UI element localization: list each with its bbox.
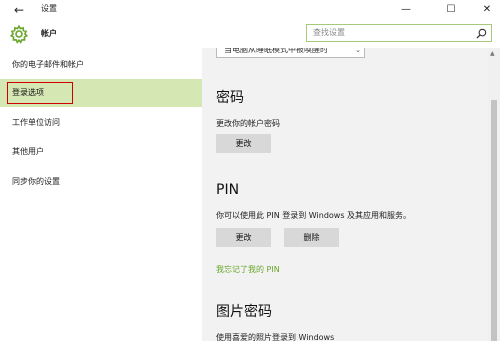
pin-description: 你可以使用此 PIN 登录到 Windows 及其应用和服务。 bbox=[216, 211, 412, 220]
password-description: 更改你的帐户密码 bbox=[216, 119, 280, 128]
scroll-up-arrow-icon[interactable]: ▲ bbox=[490, 50, 495, 58]
pin-remove-button[interactable]: 删除 bbox=[284, 228, 339, 247]
picture-password-section-title: 图片密码 bbox=[216, 304, 272, 320]
sidebar-item-label: 你的电子邮件和帐户 bbox=[12, 60, 84, 69]
password-section-title: 密码 bbox=[216, 90, 244, 106]
page-title: 帐户 bbox=[41, 29, 57, 38]
sidebar-item-sign-in-options[interactable]: 登录选项 bbox=[0, 79, 202, 107]
sidebar-item-work-access[interactable]: 工作单位访问 bbox=[0, 109, 202, 137]
close-button[interactable]: ✕ bbox=[474, 0, 500, 20]
sidebar-item-label: 登录选项 bbox=[12, 88, 44, 97]
pin-change-button[interactable]: 更改 bbox=[216, 228, 271, 247]
sidebar-item-other-users[interactable]: 其他用户 bbox=[0, 138, 202, 166]
window-title: 设置 bbox=[41, 4, 57, 13]
require-signin-dropdown[interactable]: 当电脑从睡眠模式中被唤醒时 ⌄ bbox=[216, 48, 365, 58]
chevron-down-icon: ⌄ bbox=[355, 48, 361, 54]
search-input[interactable]: 查找设置 bbox=[306, 24, 492, 42]
page-header: 帐户 查找设置 bbox=[0, 20, 500, 48]
forgot-pin-link[interactable]: 我忘记了我的 PIN bbox=[216, 264, 280, 276]
scroll-thumb[interactable] bbox=[491, 100, 497, 341]
search-icon[interactable] bbox=[476, 28, 487, 39]
sidebar-item-email-accounts[interactable]: 你的电子邮件和帐户 bbox=[0, 51, 202, 79]
pin-section-title: PIN bbox=[216, 182, 240, 198]
back-arrow-icon[interactable]: ← bbox=[10, 2, 28, 18]
dropdown-value: 当电脑从睡眠模式中被唤醒时 bbox=[224, 48, 328, 54]
minimize-button[interactable]: — bbox=[393, 0, 419, 20]
sidebar-item-label: 其他用户 bbox=[12, 147, 44, 156]
search-placeholder: 查找设置 bbox=[313, 28, 345, 37]
sidebar-item-label: 同步你的设置 bbox=[12, 177, 60, 186]
sidebar: 你的电子邮件和帐户 登录选项 工作单位访问 其他用户 同步你的设置 bbox=[0, 48, 202, 341]
sidebar-item-label: 工作单位访问 bbox=[12, 118, 60, 127]
sidebar-item-sync-settings[interactable]: 同步你的设置 bbox=[0, 168, 202, 196]
title-bar: ← 设置 — ☐ ✕ bbox=[0, 0, 500, 20]
picture-password-description: 使用喜爱的照片登录到 Windows bbox=[216, 333, 335, 341]
gear-icon bbox=[9, 24, 29, 44]
maximize-button[interactable]: ☐ bbox=[438, 0, 464, 20]
scrollbar[interactable]: ▲ bbox=[488, 48, 500, 341]
main-content: 当电脑从睡眠模式中被唤醒时 ⌄ 密码 更改你的帐户密码 更改 PIN 你可以使用… bbox=[202, 48, 488, 341]
password-change-button[interactable]: 更改 bbox=[216, 134, 271, 153]
